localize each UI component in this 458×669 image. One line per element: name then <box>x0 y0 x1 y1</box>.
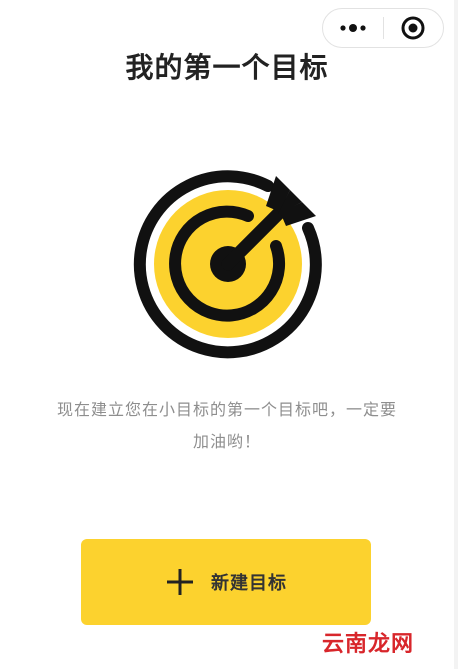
close-button[interactable] <box>383 9 443 47</box>
description-line-2: 加油哟！ <box>192 432 261 451</box>
target-arrow-icon <box>133 170 322 359</box>
more-button[interactable] <box>323 9 383 47</box>
goal-page: 我的第一个目标 现在建立您在小目标的第一个目标吧，一定要 加油哟！ 新建目标 云… <box>0 0 458 669</box>
description-text: 现在建立您在小目标的第一个目标吧，一定要 加油哟！ <box>40 394 414 458</box>
more-dots-icon <box>340 24 366 32</box>
plus-icon <box>167 569 193 595</box>
mini-program-capsule <box>322 8 444 48</box>
page-title: 我的第一个目标 <box>125 51 329 84</box>
description-line-1: 现在建立您在小目标的第一个目标吧，一定要 <box>56 400 397 419</box>
target-circle-icon <box>401 16 425 40</box>
watermark-logo: 云南龙网 <box>322 632 415 657</box>
new-goal-button[interactable]: 新建目标 <box>81 539 371 625</box>
right-edge-divider <box>454 0 458 669</box>
new-goal-button-label: 新建目标 <box>211 573 287 594</box>
